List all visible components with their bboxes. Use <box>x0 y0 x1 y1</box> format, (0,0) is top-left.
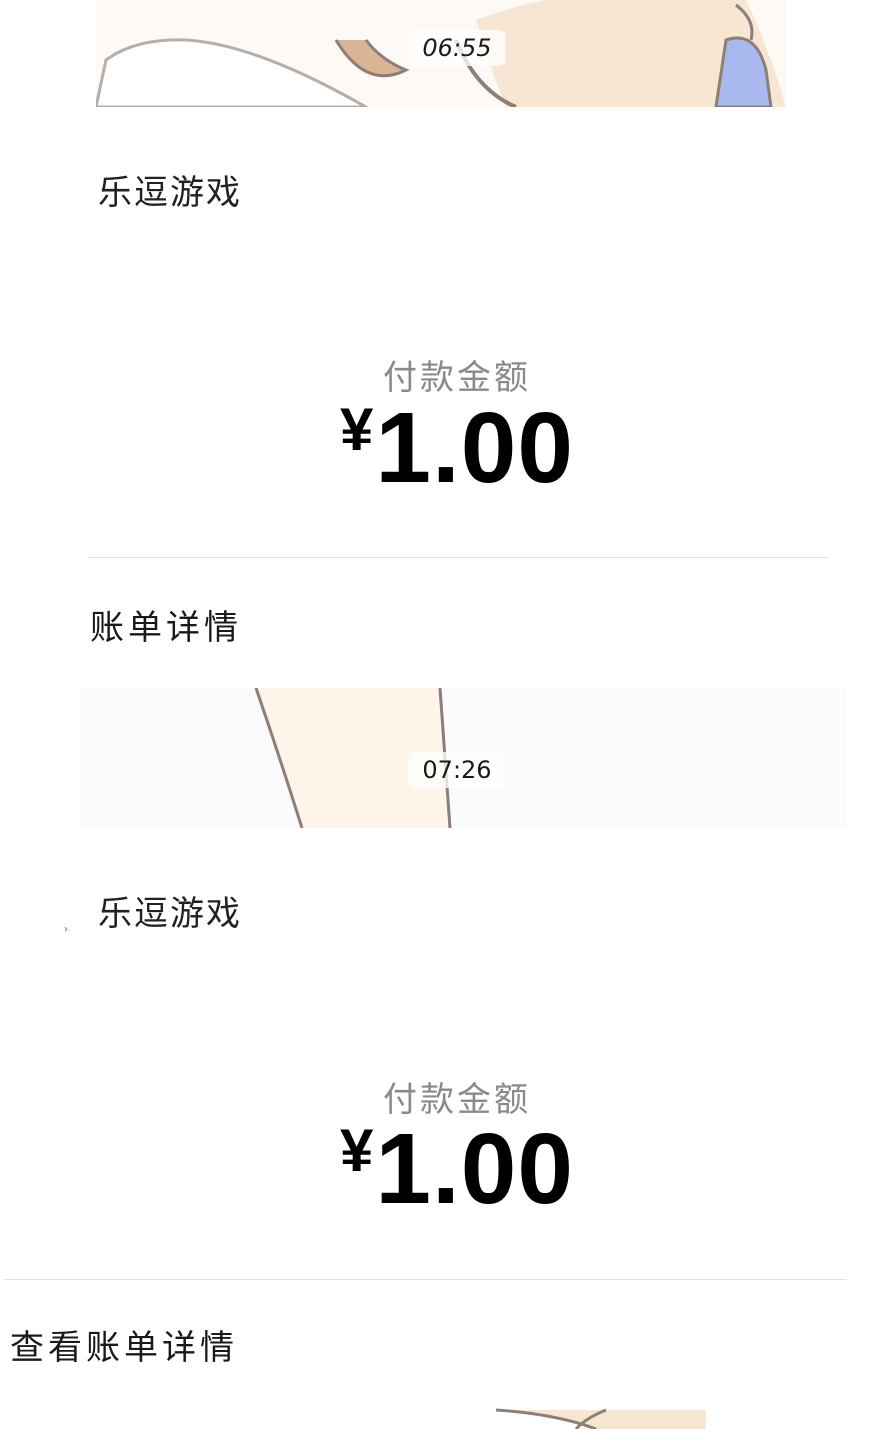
amount-value: 1.00 <box>375 1113 574 1225</box>
currency-symbol: ¥ <box>339 396 374 463</box>
amount-value: 1.00 <box>375 392 574 504</box>
view-bill-details-link[interactable]: 查看账单详情 <box>10 1320 238 1369</box>
background-illustration-bottom <box>496 1408 706 1429</box>
payment-amount: ¥1.00 <box>0 398 884 498</box>
merchant-name: 乐逗游戏 <box>98 894 242 934</box>
card-divider <box>88 557 828 558</box>
merchant-name: 乐逗游戏 <box>98 173 242 213</box>
bill-details-link[interactable]: 账单详情 <box>90 600 242 649</box>
currency-symbol: ¥ <box>339 1117 374 1184</box>
message-timestamp: 06:55 <box>408 30 506 66</box>
card-divider <box>4 1279 846 1280</box>
message-timestamp: 07:26 <box>408 752 506 788</box>
payment-amount: ¥1.00 <box>0 1119 884 1219</box>
speech-bubble-tail: › <box>64 924 68 935</box>
